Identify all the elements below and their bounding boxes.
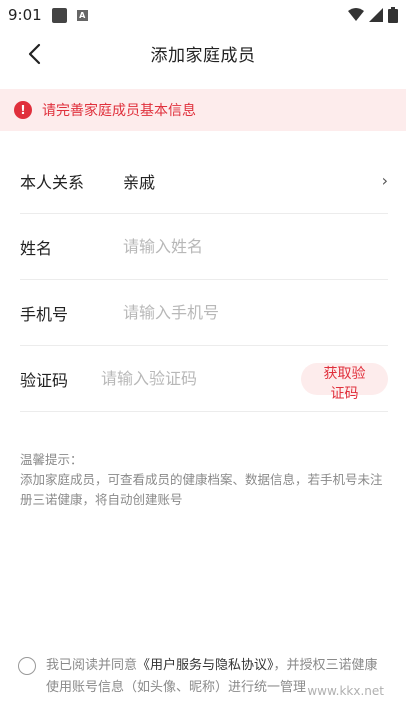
name-input[interactable] — [123, 237, 388, 256]
chevron-left-icon — [28, 43, 41, 65]
alert-text: 请完善家庭成员基本信息 — [42, 103, 196, 119]
battery-icon — [388, 7, 398, 23]
agreement-prefix: 我已阅读并同意 — [46, 658, 138, 673]
code-input[interactable] — [100, 369, 301, 388]
exclamation-icon: ! — [14, 101, 32, 119]
phone-label: 手机号 — [20, 304, 69, 324]
watermark: www.kkx.net — [307, 684, 384, 698]
tips-body: 添加家庭成员，可查看成员的健康档案、数据信息，若手机号未注册三诺健康，将自动创建… — [20, 472, 383, 507]
notification-icon — [51, 7, 67, 23]
phone-input[interactable] — [123, 303, 388, 322]
tips-section: 温馨提示： 添加家庭成员，可查看成员的健康档案、数据信息，若手机号未注册三诺健康… — [20, 450, 390, 510]
nav-bar: 添加家庭成员 — [0, 30, 406, 76]
agreement-link[interactable]: 《用户服务与隐私协议》 — [137, 658, 274, 673]
name-label: 姓名 — [20, 238, 53, 258]
agree-radio[interactable] — [18, 657, 36, 675]
code-label: 验证码 — [20, 370, 69, 390]
get-code-button[interactable]: 获取验证码 — [300, 362, 388, 402]
app-notification-icon: A — [76, 9, 88, 21]
relation-value: 亲戚 — [123, 172, 156, 192]
status-time: 9:01 — [8, 6, 42, 24]
wifi-icon — [348, 8, 364, 21]
page-title: 添加家庭成员 — [150, 45, 256, 66]
tips-title: 温馨提示： — [20, 452, 83, 467]
name-row: 姓名 — [20, 214, 388, 280]
phone-row: 手机号 — [20, 280, 388, 346]
back-button[interactable] — [20, 40, 48, 68]
relation-row[interactable]: 本人关系 亲戚 › — [20, 148, 388, 214]
member-form: 本人关系 亲戚 › 姓名 手机号 验证码 获取验证码 — [20, 148, 388, 412]
relation-label: 本人关系 — [20, 172, 85, 192]
alert-banner: ! 请完善家庭成员基本信息 — [0, 89, 406, 131]
status-bar: 9:01 A — [0, 0, 406, 30]
code-row: 验证码 获取验证码 — [20, 346, 388, 412]
signal-icon — [369, 8, 383, 22]
chevron-right-icon: › — [381, 171, 388, 190]
